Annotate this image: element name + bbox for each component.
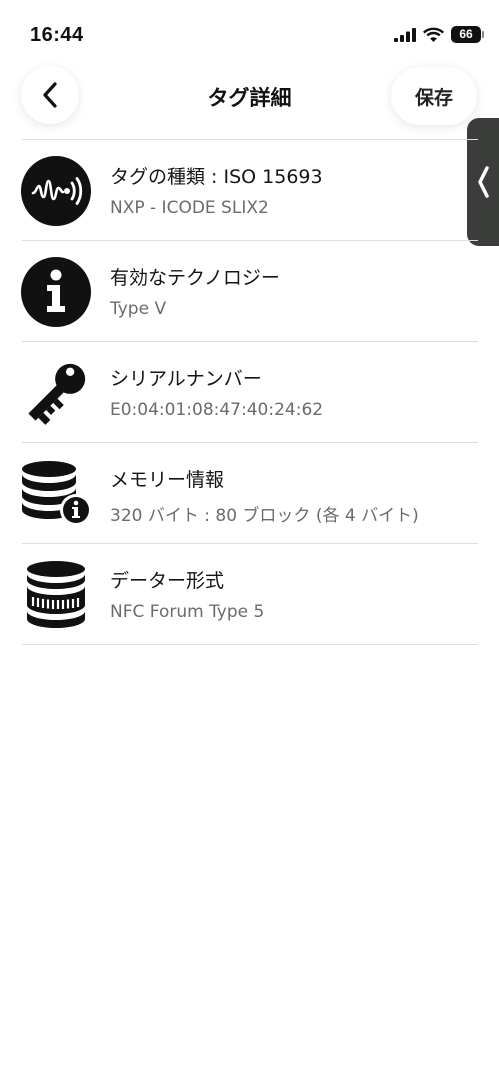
data-format-value: NFC Forum Type 5 (110, 602, 265, 622)
data-format-label: データー形式 (110, 570, 225, 592)
navigation-bar: タグ詳細 保存 (0, 60, 499, 134)
database-info-icon (20, 458, 92, 530)
status-time: 16:44 (30, 24, 84, 46)
tag-type-label: タグの種類 : ISO 15693 (110, 166, 323, 188)
memory-info-label: メモリー情報 (110, 469, 225, 491)
technologies-label: 有効なテクノロジー (110, 267, 280, 289)
database-icon (20, 559, 92, 631)
wifi-icon (423, 27, 444, 42)
memory-info-value: 320 バイト : 80 ブロック (各 4 バイト) (110, 506, 419, 526)
list-item-technologies[interactable]: 有効なテクノロジー Type V (20, 241, 478, 342)
tag-detail-list: タグの種類 : ISO 15693 NXP - ICODE SLIX2 有効なテ… (20, 139, 478, 645)
status-icons: 66 (394, 26, 484, 43)
list-item-data-format[interactable]: データー形式 NFC Forum Type 5 (22, 544, 478, 645)
technologies-value: Type V (110, 299, 167, 319)
list-item-tag-type[interactable]: タグの種類 : ISO 15693 NXP - ICODE SLIX2 (20, 140, 478, 241)
nfc-tag-icon (20, 155, 92, 227)
list-item-memory-info[interactable]: メモリー情報 320 バイト : 80 ブロック (各 4 バイト) (22, 443, 478, 544)
serial-number-value: E0:04:01:08:47:40:24:62 (110, 400, 324, 420)
cellular-signal-icon (394, 27, 416, 42)
battery-indicator: 66 (451, 26, 484, 43)
list-item-serial-number[interactable]: シリアルナンバー E0:04:01:08:47:40:24:62 (22, 342, 478, 443)
info-icon (20, 256, 92, 328)
save-button[interactable]: 保存 (391, 67, 477, 125)
chevron-left-icon (478, 166, 489, 198)
key-icon (20, 357, 92, 429)
serial-number-label: シリアルナンバー (110, 368, 262, 390)
tag-type-value: NXP - ICODE SLIX2 (110, 198, 269, 218)
status-bar: 16:44 66 (0, 0, 499, 60)
